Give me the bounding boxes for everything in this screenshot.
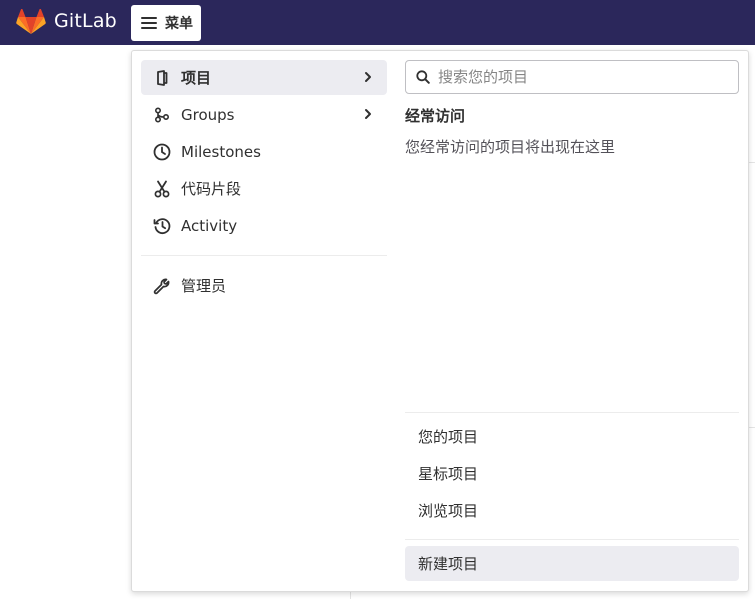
menu-item-label: Milestones	[181, 142, 261, 161]
menu-button[interactable]: 菜单	[131, 5, 201, 41]
menu-button-label: 菜单	[165, 16, 193, 32]
menu-nav-list: 项目 Groups Milestones 代码片段 Activity 管理员	[141, 60, 387, 305]
main-menu-dropdown: 项目 Groups Milestones 代码片段 Activity 管理员 搜…	[131, 50, 749, 592]
clock-icon	[153, 143, 171, 161]
frequent-title: 经常访问	[405, 107, 466, 125]
gitlab-logo-icon[interactable]	[16, 9, 46, 35]
background-divider	[350, 592, 351, 599]
group-icon	[153, 106, 171, 124]
history-icon	[153, 217, 171, 235]
background-divider	[748, 427, 755, 428]
menu-item-label: 管理员	[181, 277, 227, 295]
menu-item-label: 代码片段	[181, 180, 242, 198]
starred-projects-link[interactable]: 星标项目	[405, 456, 739, 491]
menu-item-snippets[interactable]: 代码片段	[141, 171, 387, 206]
menu-item-activity[interactable]: Activity	[141, 208, 387, 243]
project-search-input[interactable]	[436, 67, 730, 87]
menu-item-label: Groups	[181, 105, 235, 124]
menu-item-label: Activity	[181, 216, 238, 235]
top-navbar: GitLab 菜单	[0, 0, 755, 45]
wrench-icon	[153, 277, 171, 295]
menu-item-milestones[interactable]: Milestones	[141, 134, 387, 169]
chevron-right-icon	[365, 109, 371, 119]
menu-item-label: 项目	[181, 69, 212, 87]
project-icon	[153, 69, 171, 87]
menu-divider	[141, 255, 387, 256]
explore-projects-link[interactable]: 浏览项目	[405, 493, 739, 528]
brand-name[interactable]: GitLab	[54, 10, 117, 32]
menu-item-admin[interactable]: 管理员	[141, 268, 387, 303]
new-project-link[interactable]: 新建项目	[405, 546, 739, 581]
chevron-right-icon	[365, 72, 371, 82]
background-divider	[748, 162, 755, 163]
menu-item-groups[interactable]: Groups	[141, 97, 387, 132]
panel-divider	[405, 539, 739, 540]
hamburger-icon	[141, 17, 157, 29]
projects-panel: 经常访问 您经常访问的项目将出现在这里 您的项目 星标项目 浏览项目 新建项目	[405, 60, 739, 584]
scissors-icon	[153, 180, 171, 198]
menu-item-projects[interactable]: 项目	[141, 60, 387, 95]
your-projects-link[interactable]: 您的项目	[405, 419, 739, 454]
panel-divider	[405, 412, 739, 413]
project-search-box[interactable]	[405, 60, 739, 94]
search-icon	[416, 70, 430, 84]
frequent-empty-message: 您经常访问的项目将出现在这里	[405, 138, 616, 156]
